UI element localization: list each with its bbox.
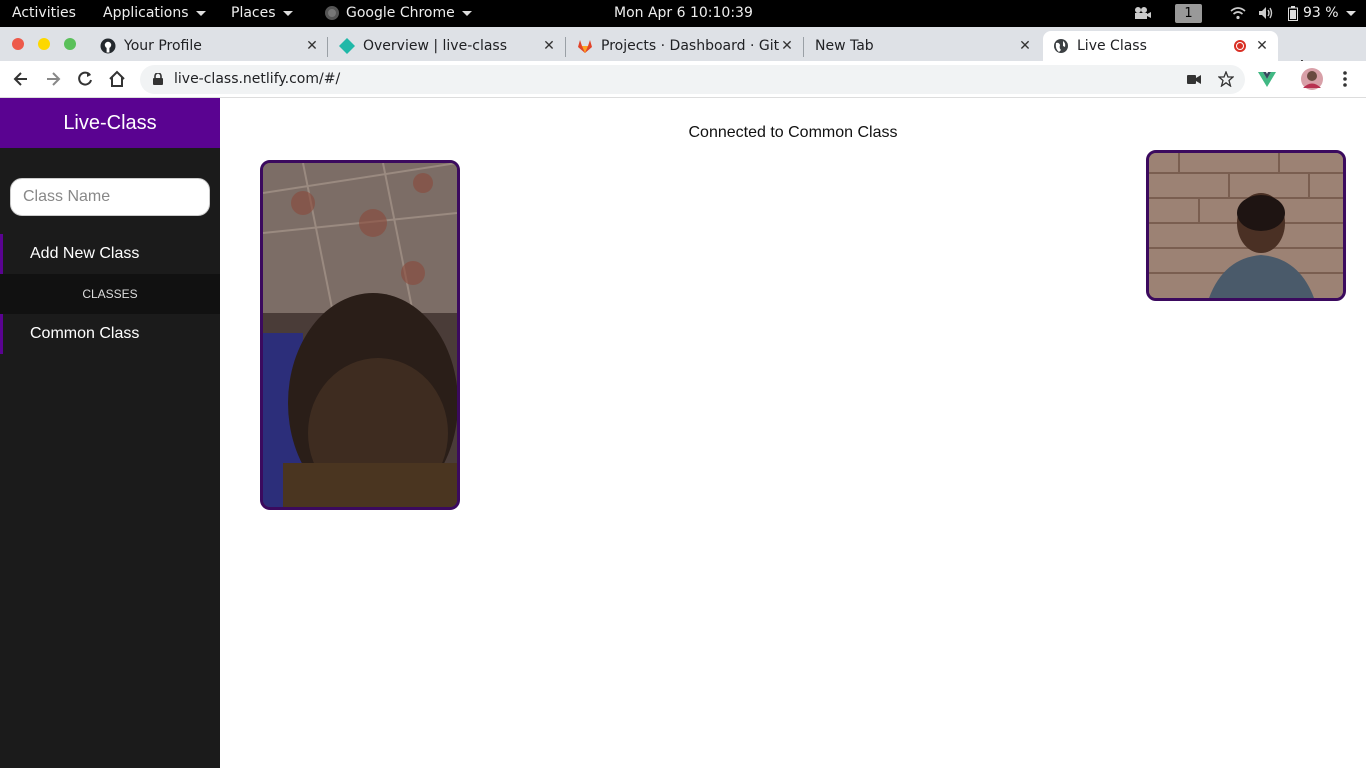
classes-section-header: CLASSES bbox=[0, 274, 220, 314]
close-tab-icon[interactable]: ✕ bbox=[1254, 38, 1270, 54]
remote-video-stream[interactable] bbox=[1146, 150, 1346, 301]
home-icon[interactable] bbox=[107, 69, 127, 89]
bookmark-star-icon[interactable] bbox=[1218, 71, 1234, 87]
vue-devtools-icon[interactable] bbox=[1257, 69, 1277, 89]
avatar-icon bbox=[1301, 68, 1323, 90]
applications-menu[interactable]: Applications bbox=[103, 5, 206, 21]
tab-gitlab-projects[interactable]: Projects · Dashboard · GitL ✕ bbox=[577, 31, 795, 61]
tab-your-profile[interactable]: Your Profile ✕ bbox=[100, 31, 320, 61]
camera-indicator-icon bbox=[1133, 6, 1151, 20]
app-brand[interactable]: Live-Class bbox=[0, 98, 220, 148]
main-content: Connected to Common Class bbox=[220, 98, 1366, 768]
class-name-input[interactable] bbox=[10, 178, 210, 216]
close-tab-icon[interactable]: ✕ bbox=[1017, 38, 1033, 54]
video-frame bbox=[1149, 153, 1343, 298]
globe-icon bbox=[1054, 39, 1068, 53]
wifi-icon[interactable] bbox=[1230, 6, 1246, 20]
chevron-down-icon bbox=[195, 10, 206, 16]
tab-live-class[interactable]: Live Class ✕ bbox=[1043, 31, 1278, 61]
chevron-down-icon bbox=[461, 10, 472, 16]
sidebar-item-common-class[interactable]: Common Class bbox=[0, 314, 220, 354]
tab-title: Live Class bbox=[1077, 38, 1147, 54]
activities-button[interactable]: Activities bbox=[12, 5, 76, 21]
lock-icon[interactable] bbox=[153, 73, 163, 85]
camera-in-use-icon[interactable] bbox=[1187, 74, 1201, 85]
chrome-icon bbox=[325, 6, 339, 20]
browser-toolbar: live-class.netlify.com/#/ bbox=[0, 61, 1366, 98]
chevron-down-icon bbox=[1345, 10, 1356, 16]
forward-icon[interactable] bbox=[43, 69, 63, 89]
battery-indicator[interactable]: 93 % bbox=[1288, 5, 1356, 21]
minimize-window-button[interactable] bbox=[38, 38, 50, 50]
battery-label: 93 % bbox=[1303, 5, 1339, 21]
recording-icon bbox=[1234, 40, 1246, 52]
close-window-button[interactable] bbox=[12, 38, 24, 50]
connection-status: Connected to Common Class bbox=[688, 124, 898, 141]
profile-avatar[interactable] bbox=[1300, 67, 1324, 91]
tab-new-tab[interactable]: New Tab ✕ bbox=[815, 31, 1033, 61]
url-text: live-class.netlify.com/#/ bbox=[174, 71, 341, 87]
tab-title: Your Profile bbox=[124, 38, 202, 54]
app-menu-label: Google Chrome bbox=[346, 5, 455, 21]
sidebar: Live-Class Add New Class CLASSES Common … bbox=[0, 98, 220, 768]
places-menu[interactable]: Places bbox=[231, 5, 293, 21]
back-icon[interactable] bbox=[11, 69, 31, 89]
maximize-window-button[interactable] bbox=[64, 38, 76, 50]
add-new-class-button[interactable]: Add New Class bbox=[0, 234, 220, 274]
github-icon bbox=[100, 38, 116, 54]
local-video-stream[interactable] bbox=[260, 160, 460, 510]
address-bar[interactable]: live-class.netlify.com/#/ bbox=[140, 65, 1245, 94]
netlify-icon bbox=[339, 38, 355, 54]
chevron-down-icon bbox=[282, 10, 293, 16]
applications-label: Applications bbox=[103, 5, 189, 21]
volume-icon[interactable] bbox=[1258, 6, 1274, 20]
close-tab-icon[interactable]: ✕ bbox=[304, 38, 320, 54]
close-tab-icon[interactable]: ✕ bbox=[541, 38, 557, 54]
close-tab-icon[interactable]: ✕ bbox=[779, 38, 795, 54]
system-top-bar: Activities Applications Places Google Ch… bbox=[0, 0, 1366, 27]
tab-title: New Tab bbox=[815, 38, 874, 54]
tab-title: Projects · Dashboard · GitL bbox=[601, 38, 779, 54]
chrome-menu-icon[interactable] bbox=[1335, 69, 1355, 89]
clock-label: Mon Apr 6 10:10:39 bbox=[614, 5, 753, 21]
reload-icon[interactable] bbox=[75, 69, 95, 89]
places-label: Places bbox=[231, 5, 276, 21]
gitlab-icon bbox=[578, 40, 592, 53]
tab-overview-live-class[interactable]: Overview | live-class ✕ bbox=[339, 31, 557, 61]
clock[interactable]: Mon Apr 6 10:10:39 bbox=[614, 5, 753, 21]
video-frame bbox=[263, 163, 457, 507]
battery-icon bbox=[1288, 5, 1298, 21]
workspace-indicator[interactable]: 1 bbox=[1175, 4, 1202, 23]
tab-title: Overview | live-class bbox=[363, 38, 508, 54]
activities-label: Activities bbox=[12, 5, 76, 21]
app-menu[interactable]: Google Chrome bbox=[325, 5, 472, 21]
tab-strip: Your Profile ✕ Overview | live-class ✕ P… bbox=[0, 27, 1366, 79]
